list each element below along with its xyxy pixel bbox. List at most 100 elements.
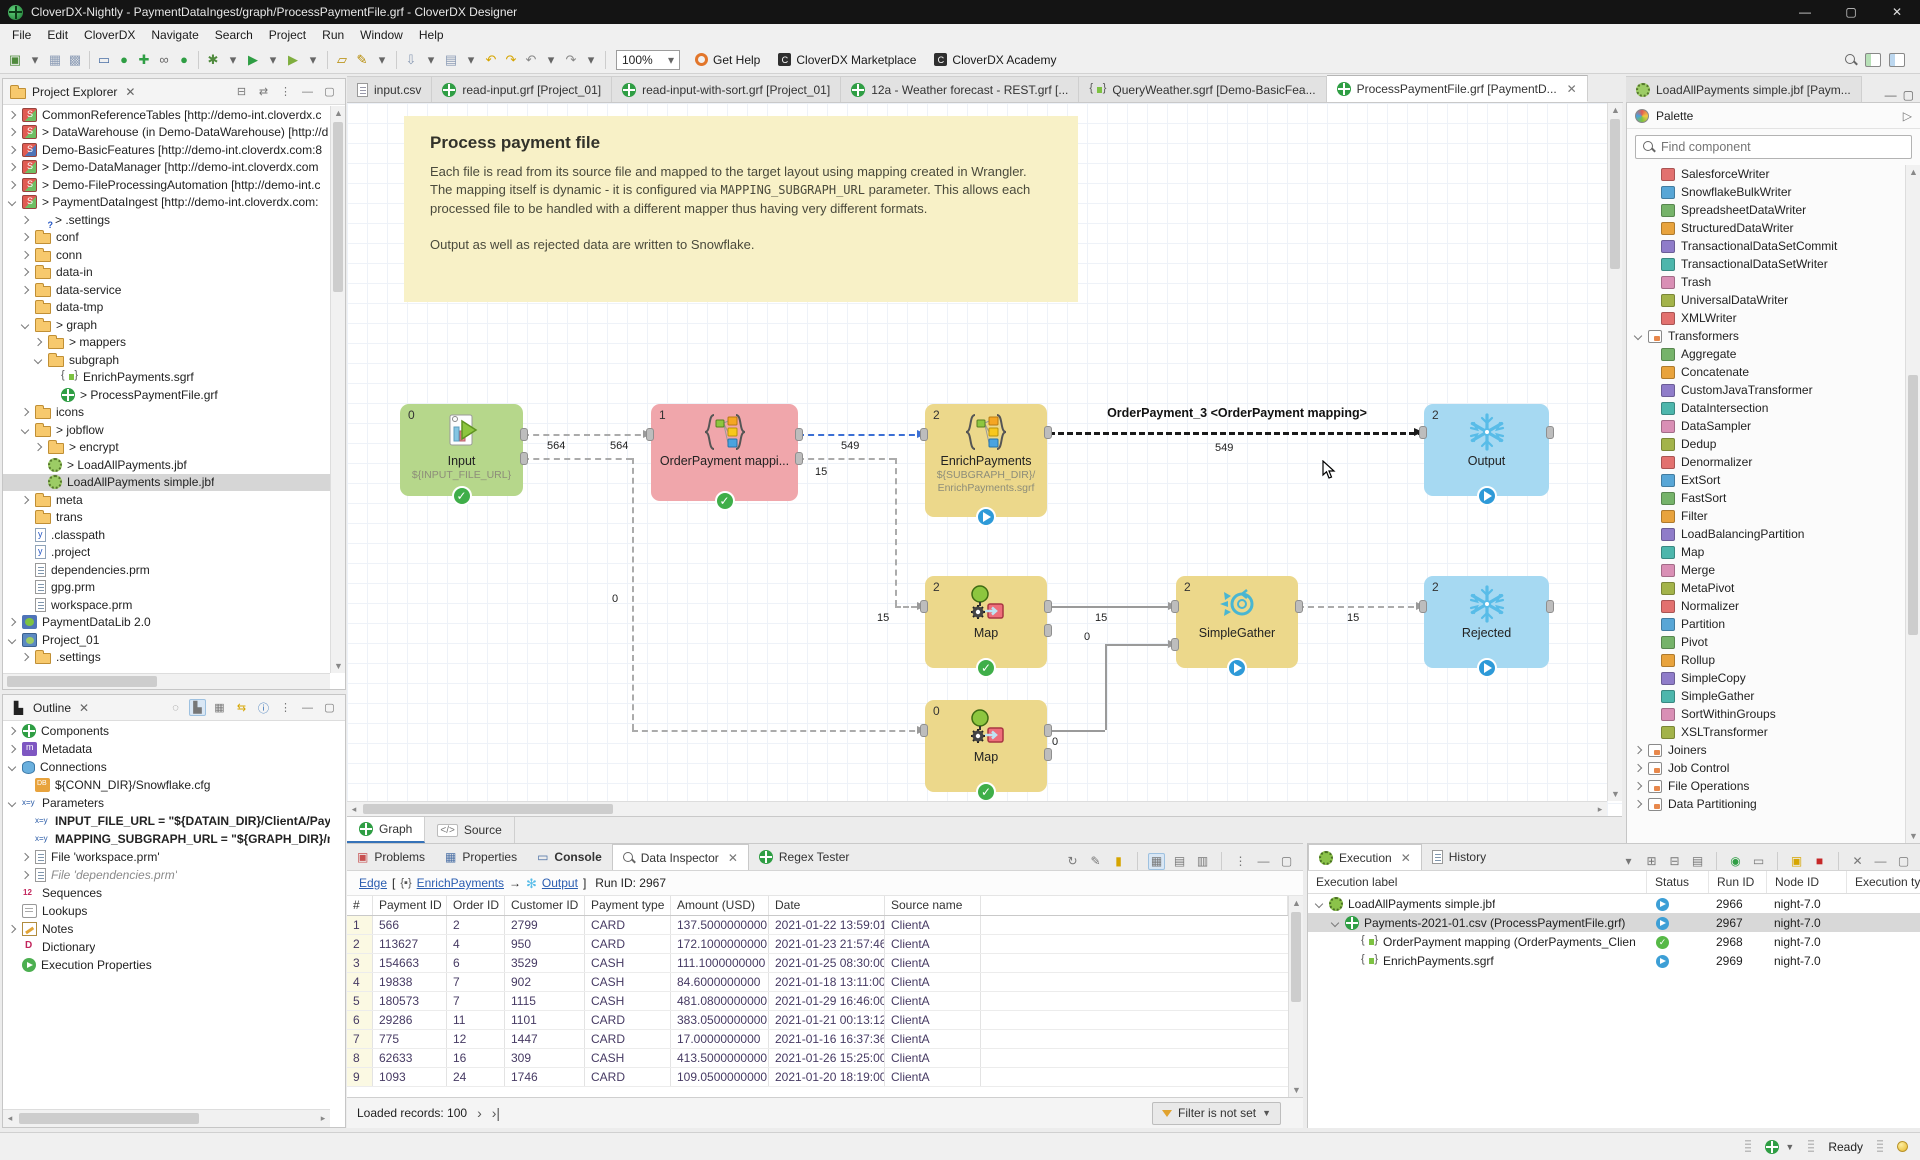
redo-yellow-icon[interactable]: ↷ (501, 49, 521, 71)
table-row[interactable]: 629286111101CARD383.05000000002021-01-21… (347, 1011, 1288, 1030)
graph-note[interactable]: Process payment file Each file is read f… (404, 116, 1078, 302)
chevron-right-icon[interactable] (8, 128, 16, 136)
chevron-right-icon[interactable] (21, 233, 29, 241)
new-graph-icon[interactable]: ▣ (5, 49, 25, 71)
chevron-right-icon[interactable] (21, 853, 29, 861)
outline-item[interactable]: MAPPING_SUBGRAPH_URL = "${GRAPH_DIR}/map… (3, 830, 330, 848)
outline-item[interactable]: Execution Properties (3, 956, 330, 974)
graph-node-simplegather[interactable]: 2SimpleGather (1176, 576, 1298, 668)
project-explorer-item[interactable]: > .settings (3, 211, 330, 229)
column-header[interactable]: Amount (USD) (671, 896, 769, 915)
project-explorer-item[interactable]: conn (3, 246, 330, 264)
table-row[interactable]: 21136274950CARD172.10000000002021-01-23 … (347, 935, 1288, 954)
menu-run[interactable]: Run (314, 26, 352, 44)
filter-executions-icon[interactable]: ▾ (1620, 853, 1637, 870)
editor-tab[interactable]: QueryWeather.sgrf [Demo-BasicFea... (1079, 76, 1326, 102)
text-view-icon[interactable]: ▤ (1171, 853, 1188, 870)
project-explorer-item[interactable]: trans (3, 509, 330, 527)
outline-overview-icon[interactable]: ◌ (167, 699, 184, 716)
tab-history[interactable]: History (1422, 844, 1496, 870)
tab-console[interactable]: ▭Console (527, 844, 612, 870)
input-port[interactable] (1419, 426, 1427, 439)
edit-icon[interactable]: ✎ (1087, 853, 1104, 870)
chevron-down-icon[interactable] (21, 426, 29, 434)
palette-item[interactable]: Dedup (1627, 435, 1905, 453)
editor-tab[interactable]: read-input.grf [Project_01] (432, 76, 612, 102)
column-header[interactable]: Payment type (585, 896, 671, 915)
console-view-icon[interactable]: ▭ (94, 49, 114, 71)
redo-dropdown-icon[interactable]: ▾ (581, 49, 601, 71)
output-port[interactable] (1044, 600, 1052, 613)
menu-search[interactable]: Search (207, 26, 261, 44)
graph-node-map-top[interactable]: 2Map✓ (925, 576, 1047, 668)
edge-target-link[interactable]: Output (542, 876, 578, 890)
chevron-down-icon[interactable] (1331, 918, 1339, 926)
cloverdx-academy-button[interactable]: CCloverDX Academy (925, 53, 1065, 67)
clover-run-icon[interactable]: ● (174, 49, 194, 71)
graph-node-rejected[interactable]: 2Rejected (1424, 576, 1549, 668)
output-port[interactable] (1546, 600, 1554, 613)
notification-bulb-icon[interactable] (1897, 1141, 1908, 1152)
project-explorer-item[interactable]: data-in (3, 264, 330, 282)
chevron-right-icon[interactable] (8, 181, 16, 189)
project-explorer-item[interactable]: .project (3, 544, 330, 562)
close-tab-icon[interactable]: ✕ (1567, 82, 1577, 96)
execution-column-header[interactable]: Status (1646, 871, 1708, 893)
palette-item[interactable]: TransactionalDataSetWriter (1627, 255, 1905, 273)
output-port[interactable] (520, 428, 528, 441)
chevron-right-icon[interactable] (8, 745, 16, 753)
chevron-down-icon[interactable] (1315, 899, 1323, 907)
execution-row[interactable]: Payments-2021-01.csv (ProcessPaymentFile… (1308, 913, 1920, 932)
add-component-icon[interactable]: ✚ (134, 49, 154, 71)
output-port[interactable] (1295, 600, 1303, 613)
outline-item[interactable]: Connections (3, 758, 330, 776)
project-explorer-item[interactable]: LoadAllPayments simple.jbf (3, 474, 330, 492)
graph-node-input[interactable]: 0Input${INPUT_FILE_URL}✓ (400, 404, 523, 496)
project-explorer-item[interactable]: > PaymentDataIngest [http://demo-int.clo… (3, 194, 330, 212)
import-dropdown-icon[interactable]: ▾ (421, 49, 441, 71)
grid-view-icon[interactable]: ▦ (1148, 853, 1165, 870)
edge-segment[interactable] (895, 458, 897, 606)
output-port[interactable] (1044, 748, 1052, 761)
project-explorer-item[interactable]: .classpath (3, 526, 330, 544)
output-port[interactable] (1044, 426, 1052, 439)
redo-icon[interactable]: ↷ (561, 49, 581, 71)
chevron-right-icon[interactable] (1634, 800, 1642, 808)
outline-item[interactable]: Metadata (3, 740, 330, 758)
outline-item[interactable]: ${CONN_DIR}/Snowflake.cfg (3, 776, 330, 794)
get-help-button[interactable]: Get Help (686, 53, 769, 67)
menu-window[interactable]: Window (352, 26, 411, 44)
status-dropdown-icon[interactable]: ▼ (1785, 1142, 1794, 1152)
minimize-icon[interactable]: — (1255, 853, 1272, 870)
chevron-down-icon[interactable] (21, 321, 29, 329)
edge-segment[interactable] (1105, 644, 1176, 646)
output-port[interactable] (795, 452, 803, 465)
palette-item[interactable]: Normalizer (1627, 597, 1905, 615)
chevron-right-icon[interactable] (21, 251, 29, 259)
column-header[interactable]: Customer ID (505, 896, 585, 915)
tab-execution[interactable]: Execution✕ (1308, 844, 1422, 870)
project-explorer-item[interactable]: > graph (3, 316, 330, 334)
graph-node-map-bottom[interactable]: 0Map✓ (925, 700, 1047, 792)
palette-item[interactable]: TransactionalDataSetCommit (1627, 237, 1905, 255)
editor-tab[interactable]: 12a - Weather forecast - REST.grf [... (841, 76, 1079, 102)
palette-item[interactable]: CustomJavaTransformer (1627, 381, 1905, 399)
palette-item[interactable]: Filter (1627, 507, 1905, 525)
runcfg-dropdown-icon[interactable]: ▾ (303, 49, 323, 71)
maximize-icon[interactable]: ▢ (1278, 853, 1295, 870)
edge-segment[interactable] (632, 730, 925, 732)
chevron-down-icon[interactable] (8, 636, 16, 644)
input-port[interactable] (920, 600, 928, 613)
edge-segment[interactable] (1047, 606, 1176, 608)
input-port[interactable] (646, 428, 654, 441)
chevron-down-icon[interactable] (8, 763, 16, 771)
project-explorer-vertical-scrollbar[interactable]: ▲ ▼ (330, 106, 345, 673)
menu-help[interactable]: Help (411, 26, 452, 44)
palette-collapse-icon[interactable]: ▷ (1903, 109, 1912, 123)
chevron-right-icon[interactable] (8, 163, 16, 171)
column-header[interactable]: Date (769, 896, 885, 915)
project-explorer-item[interactable]: subgraph (3, 351, 330, 369)
chevron-right-icon[interactable] (21, 653, 29, 661)
menu-project[interactable]: Project (261, 26, 314, 44)
palette-item[interactable]: SortWithinGroups (1627, 705, 1905, 723)
